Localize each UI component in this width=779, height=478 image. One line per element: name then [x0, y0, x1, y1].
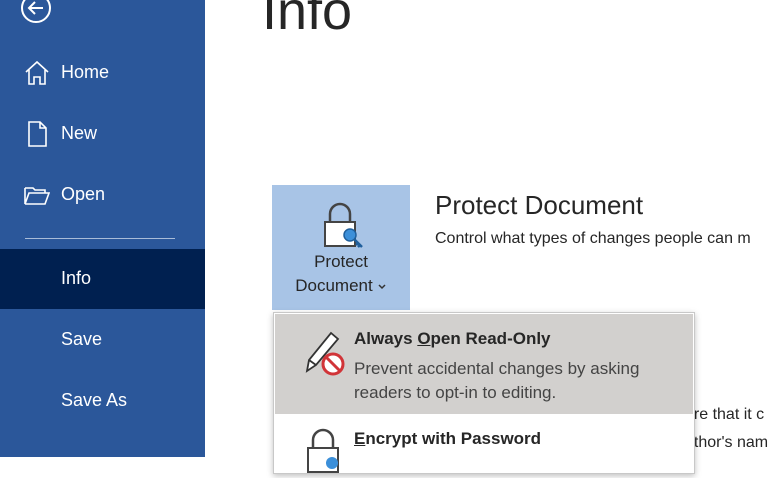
sidebar-item-new[interactable]: New [0, 104, 205, 164]
protect-document-description: Control what types of changes people can… [435, 230, 751, 247]
new-document-icon [28, 121, 47, 147]
sidebar-item-info[interactable]: Info [0, 249, 205, 309]
protect-button-label-2: Document [295, 276, 373, 295]
backstage-sidebar: Home New Open Info Save Save As [0, 0, 205, 457]
chevron-down-icon [378, 283, 386, 289]
lock-key-icon [307, 428, 339, 473]
menu-item-description: Prevent accidental changes by asking rea… [354, 359, 640, 402]
sidebar-item-label: New [61, 123, 98, 143]
protect-document-menu: Always Open Read-Only Prevent accidental… [273, 312, 695, 474]
sidebar-item-open[interactable]: Open [0, 165, 205, 225]
sidebar-item-label: Home [61, 62, 110, 82]
background-text-line: are that it c [685, 406, 765, 423]
protect-button-label-1: Protect [314, 252, 368, 271]
menu-item-title: Always Open Read-Only [354, 329, 551, 348]
sidebar-divider [25, 238, 175, 239]
pencil-no-edit-icon [305, 331, 345, 376]
sidebar-item-label: Save As [61, 390, 128, 410]
folder-open-icon [24, 187, 50, 205]
sidebar-item-save[interactable]: Save [0, 310, 205, 370]
home-icon [25, 60, 49, 85]
menu-item-title: Encrypt with Password [354, 429, 542, 448]
menu-item-always-open-read-only[interactable]: Always Open Read-Only Prevent accidental… [275, 314, 693, 414]
back-arrow-icon[interactable] [20, 0, 52, 24]
page-title: Info [262, 0, 353, 41]
sidebar-item-label: Save [61, 329, 103, 349]
sidebar-item-label: Info [61, 268, 92, 288]
lock-key-icon [324, 202, 363, 248]
protect-document-button[interactable]: Protect Document [272, 185, 410, 310]
background-text-line: uthor's nam [685, 434, 769, 451]
sidebar-item-save-as[interactable]: Save As [0, 371, 205, 431]
sidebar-item-label: Open [61, 184, 106, 204]
protect-document-heading: Protect Document [435, 190, 644, 220]
sidebar-item-home[interactable]: Home [0, 43, 205, 103]
menu-item-encrypt-with-password[interactable]: Encrypt with Password [275, 414, 693, 473]
